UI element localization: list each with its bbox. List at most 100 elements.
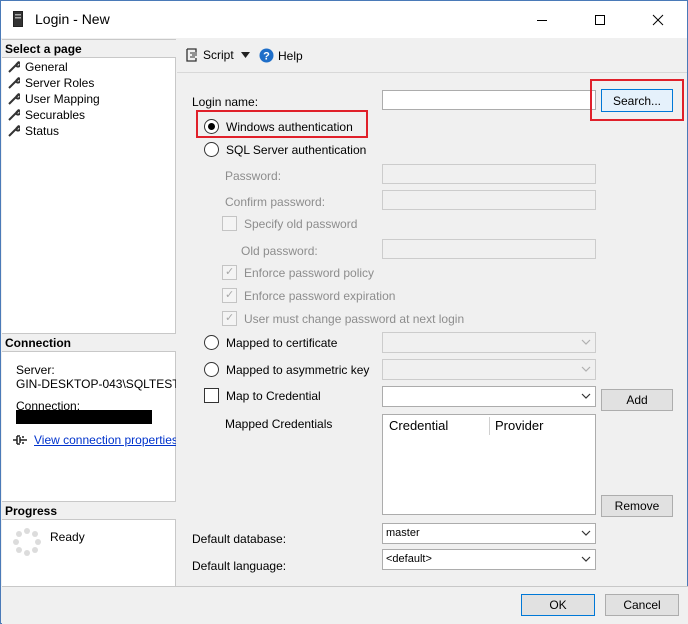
window-title: Login - New [35, 11, 110, 27]
default-language-label: Default language: [192, 559, 287, 573]
windows-auth-highlight-box [196, 110, 368, 138]
close-button[interactable] [635, 1, 681, 38]
page-item-user-mapping[interactable]: User Mapping [8, 91, 100, 107]
page-item-status[interactable]: Status [8, 123, 59, 139]
progress-spinner-icon [13, 528, 41, 556]
chevron-down-icon [581, 366, 591, 372]
ok-button[interactable]: OK [521, 594, 595, 616]
old-password-input[interactable] [382, 239, 596, 259]
user-must-change-password-label: User must change password at next login [244, 312, 465, 326]
dropdown-arrow-icon [241, 52, 250, 58]
default-language-dropdown[interactable]: <default> [382, 549, 596, 570]
mapped-to-asymmetric-key-label: Mapped to asymmetric key [226, 363, 370, 377]
chevron-down-icon [581, 556, 591, 562]
ok-button-label: OK [549, 598, 567, 612]
map-to-credential-label: Map to Credential [226, 389, 321, 403]
page-item-label: General [25, 60, 68, 74]
page-item-securables[interactable]: Securables [8, 107, 85, 123]
progress-status: Ready [50, 530, 85, 544]
script-icon [186, 48, 197, 62]
chevron-down-icon [581, 339, 591, 345]
script-button[interactable]: Script [185, 48, 234, 62]
enforce-password-policy-checkbox[interactable] [222, 265, 237, 280]
left-pane: Select a page General Server Roles User … [2, 39, 176, 586]
asymmetric-key-dropdown[interactable] [382, 359, 596, 380]
svg-text:?: ? [263, 51, 270, 63]
default-database-dropdown[interactable]: master [382, 523, 596, 544]
default-language-value: <default> [386, 553, 432, 565]
page-item-label: Securables [25, 108, 86, 122]
password-input[interactable] [382, 164, 596, 184]
search-highlight-box [590, 79, 684, 121]
help-icon: ? [259, 48, 274, 63]
help-button[interactable]: ? Help [259, 48, 303, 63]
chevron-down-icon [581, 393, 591, 399]
sql-server-authentication-radio[interactable] [204, 142, 219, 157]
maximize-button[interactable] [577, 1, 623, 38]
wrench-icon [8, 109, 20, 121]
user-must-change-password-checkbox[interactable] [222, 311, 237, 326]
view-connection-properties-text: View connection properties [34, 433, 176, 447]
help-label: Help [278, 48, 303, 63]
mapped-to-asymmetric-key-radio[interactable] [204, 362, 219, 377]
mapped-credentials-label: Mapped Credentials [225, 417, 333, 431]
connection-header: Connection [2, 333, 176, 352]
login-name-input[interactable] [382, 90, 596, 110]
chevron-down-icon [581, 530, 591, 536]
wrench-icon [8, 61, 20, 73]
minimize-icon [537, 19, 547, 21]
certificate-dropdown[interactable] [382, 332, 596, 353]
script-label: Script [203, 48, 234, 62]
enforce-password-expiration-checkbox[interactable] [222, 288, 237, 303]
sql-server-authentication-label: SQL Server authentication [226, 143, 367, 157]
login-name-label: Login name: [192, 95, 259, 109]
confirm-password-label: Confirm password: [225, 195, 326, 209]
old-password-label: Old password: [241, 244, 318, 258]
mapped-to-certificate-radio[interactable] [204, 335, 219, 350]
column-divider [489, 417, 490, 435]
wrench-icon [8, 125, 20, 137]
default-database-label: Default database: [192, 532, 287, 546]
toolbar: Script ? Help [177, 39, 687, 73]
script-dropdown-button[interactable] [241, 52, 254, 58]
login-new-dialog: Login - New Select a page General Server… [0, 0, 688, 624]
wrench-icon [8, 93, 20, 105]
remove-button-label: Remove [614, 499, 660, 513]
server-label: Server: [16, 363, 55, 377]
credential-column-header[interactable]: Credential [389, 418, 448, 433]
dialog-footer: OK Cancel [2, 586, 688, 624]
minimize-button[interactable] [519, 1, 565, 38]
enforce-password-expiration-label: Enforce password expiration [244, 289, 396, 303]
cancel-button-label: Cancel [623, 598, 661, 612]
wrench-icon [8, 77, 20, 89]
password-label: Password: [225, 169, 282, 183]
mapped-credentials-list[interactable]: Credential Provider [382, 414, 596, 515]
server-icon [13, 11, 23, 27]
page-item-label: Server Roles [25, 76, 95, 90]
remove-button[interactable]: Remove [601, 495, 673, 517]
confirm-password-input[interactable] [382, 190, 596, 210]
page-item-server-roles[interactable]: Server Roles [8, 75, 94, 91]
connection-properties-icon [13, 435, 27, 445]
server-value: GIN-DESKTOP-043\SQLTEST [16, 377, 176, 391]
add-button-label: Add [626, 393, 648, 407]
enforce-password-policy-label: Enforce password policy [244, 266, 375, 280]
page-item-general[interactable]: General [8, 59, 68, 75]
close-icon [652, 14, 664, 25]
page-item-label: Status [25, 124, 60, 138]
provider-column-header[interactable]: Provider [495, 418, 543, 433]
specify-old-password-label: Specify old password [244, 217, 358, 231]
select-page-header: Select a page [2, 39, 176, 58]
redacted-connection-value [16, 410, 152, 424]
add-button[interactable]: Add [601, 389, 673, 411]
page-item-label: User Mapping [25, 92, 100, 106]
default-database-value: master [386, 527, 420, 539]
credential-dropdown[interactable] [382, 386, 596, 407]
title-bar[interactable]: Login - New [1, 1, 687, 38]
map-to-credential-checkbox[interactable] [204, 388, 219, 403]
view-connection-properties-link[interactable]: View connection properties [12, 433, 176, 447]
specify-old-password-checkbox[interactable] [222, 216, 237, 231]
maximize-icon [595, 14, 605, 25]
progress-header: Progress [2, 501, 176, 520]
cancel-button[interactable]: Cancel [605, 594, 679, 616]
